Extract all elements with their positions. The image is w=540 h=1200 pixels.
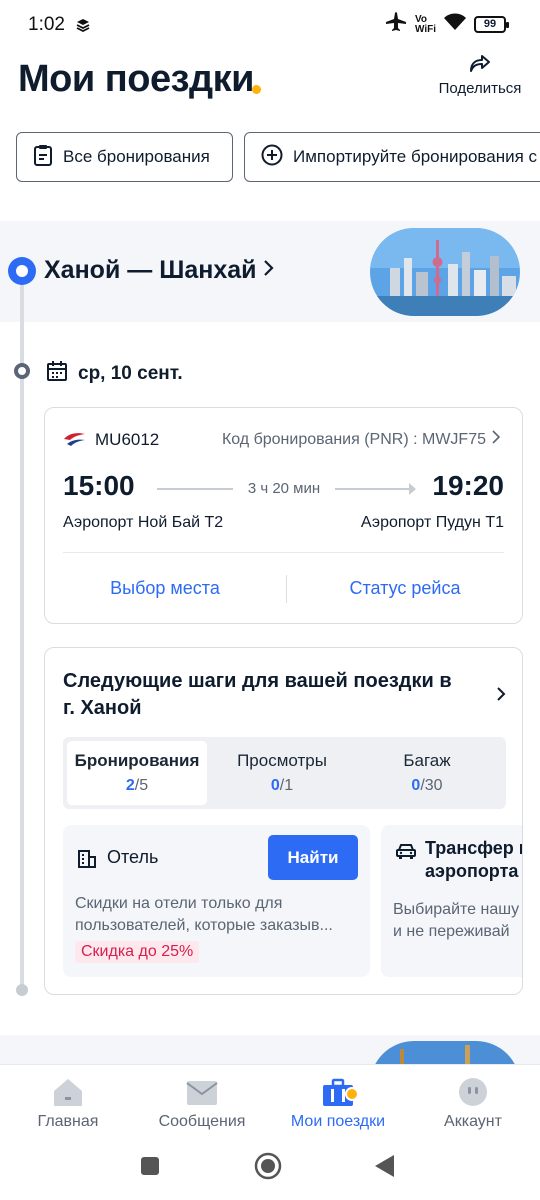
trip-route-label: Ханой — Шанхай [44,256,257,284]
tab-bookings-count: 2/5 [125,777,149,794]
tab-baggage[interactable]: Багаж 0/30 [357,741,497,805]
flight-status-button[interactable]: Статус рейса [287,553,523,623]
all-bookings-label: Все бронирования [63,147,210,166]
notification-stack-icon [76,18,90,37]
status-bar: 1:02 Vo WiFi 99 [0,0,540,50]
action-chips: Все бронирования Импортируйте бронирован… [16,132,540,184]
transfer-description: Выбирайте нашу и не переживай [393,901,520,940]
nav-my-trips-label: Мои поездки [290,1113,386,1130]
nav-home-label: Главная [37,1113,99,1130]
flight-duration: 3 ч 20 мин [247,480,321,497]
china-eastern-logo-icon [63,430,87,453]
all-bookings-button[interactable]: Все бронирования [16,132,233,182]
nav-messages-label: Сообщения [158,1113,246,1130]
bottom-navigation: Главная Сообщения Мои поездки Аккаунт [0,1064,540,1140]
timeline-date-dot [14,363,30,379]
flight-card[interactable]: MU6012 Код бронирования (PNR) : MWJF75 1… [44,407,523,624]
city-skyline-image [370,228,520,316]
departure-time: 15:00 [63,470,135,501]
duration-line-right [335,488,415,490]
hotel-building-icon [77,849,97,874]
find-hotel-button[interactable]: Найти [268,835,358,880]
seat-selection-button[interactable]: Выбор места [45,553,285,623]
pnr-label: Код бронирования (PNR) : MWJF75 [221,430,486,448]
title-accent-dot [252,85,261,94]
tab-bookings[interactable]: Бронирования 2/5 [67,741,207,805]
share-icon [438,54,522,74]
chevron-right-icon [263,256,275,285]
timeline-end-dot [16,984,28,996]
notification-badge [345,1087,359,1101]
next-steps-title[interactable]: Следующие шаги для вашей поездки в г. Ха… [63,668,463,722]
calendar-icon [46,360,68,388]
arrival-airport: Аэропорт Пудун T1 [360,514,504,531]
status-time: 1:02 [28,14,65,35]
transfer-label: Трансфер и аэропорта [425,838,523,881]
chevron-right-icon[interactable] [496,686,506,707]
wifi-icon [444,13,466,36]
home-icon [3,1077,133,1107]
back-button[interactable] [374,1154,396,1183]
nav-home[interactable]: Главная [3,1077,133,1131]
tab-views[interactable]: Просмотры 0/1 [212,741,352,805]
arrival-time: 19:20 [432,470,504,501]
hotel-description: Скидки на отели только для пользователей… [75,895,333,934]
plus-circle-icon [261,144,283,171]
hotel-step-card[interactable]: Отель Найти Скидки на отели только для п… [63,825,370,977]
chevron-right-icon [492,430,501,449]
tab-bookings-label: Бронирования [74,751,200,770]
account-icon [408,1077,538,1107]
next-steps-tabs: Бронирования 2/5 Просмотры 0/1 Багаж 0/3… [63,737,506,809]
mail-icon [137,1077,267,1107]
recent-apps-button[interactable] [140,1156,160,1181]
flight-date: ср, 10 сент. [46,360,183,388]
page-title: Мои поездки [18,58,254,100]
home-button[interactable] [254,1152,282,1185]
trip-route-link[interactable]: Ханой — Шанхай [44,256,275,285]
discount-badge: Скидка до 25% [75,941,200,963]
system-navigation-bar [0,1140,540,1200]
airplane-mode-icon [385,12,407,37]
transfer-step-card[interactable]: Трансфер и аэропорта Выбирайте нашу и не… [381,825,523,977]
arrow-right-icon [409,483,416,495]
vowifi-indicator: Vo WiFi [414,13,436,35]
nav-messages[interactable]: Сообщения [137,1077,267,1131]
duration-line-left [157,488,233,490]
nav-my-trips[interactable]: Мои поездки [273,1077,403,1131]
car-icon [395,841,417,866]
clipboard-icon [33,144,53,171]
nav-account-label: Аккаунт [444,1113,502,1130]
flight-date-label: ср, 10 сент. [78,363,183,384]
tab-baggage-label: Багаж [403,751,451,770]
hotel-label: Отель [107,847,159,867]
nav-account[interactable]: Аккаунт [408,1077,538,1131]
import-bookings-button[interactable]: Импортируйте бронирования с [244,132,540,182]
battery-icon: 99 [474,16,509,33]
pnr-link[interactable]: Код бронирования (PNR) : MWJF75 [221,430,501,449]
timeline-trip-dot [8,257,36,285]
tab-views-count: 0/1 [270,777,294,794]
departure-airport: Аэропорт Ной Бай T2 [63,514,224,531]
tab-baggage-count: 0/30 [411,777,443,794]
share-label: Поделиться [438,80,522,97]
next-steps-card: Следующие шаги для вашей поездки в г. Ха… [44,647,523,995]
flight-number: MU6012 [95,430,160,449]
tab-views-label: Просмотры [237,751,327,770]
share-button[interactable]: Поделиться [438,54,522,97]
import-bookings-label: Импортируйте бронирования с [293,147,538,166]
timeline-line [20,272,24,990]
suitcase-icon [273,1077,403,1107]
